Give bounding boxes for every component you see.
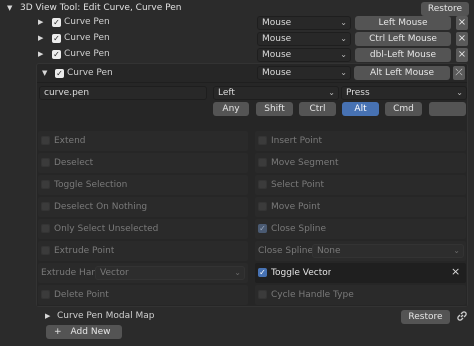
key-button[interactable]: dbl-Left Mouse [355, 48, 451, 62]
modal-map-label: Curve Pen Modal Map [57, 311, 155, 321]
keymap-title: 3D View Tool: Edit Curve, Curve Pen [20, 3, 182, 13]
toggle-selection-checkbox[interactable] [41, 180, 50, 189]
deselect-label: Deselect [54, 158, 94, 168]
input-type-select[interactable]: Mouse ⌄ [257, 16, 351, 30]
expand-icon[interactable]: ▶ [38, 15, 43, 29]
add-new-label: Add New [70, 327, 111, 337]
move-segment-label: Move Segment [271, 158, 339, 168]
add-new-button[interactable]: + Add New [46, 325, 122, 339]
close-spline-method-value: None [317, 246, 341, 256]
mouse-button-select[interactable]: Left ⌄ [213, 86, 339, 100]
remove-item-button[interactable]: × [456, 16, 468, 30]
remove-item-button[interactable]: × [456, 48, 468, 62]
input-type-value: Mouse [262, 68, 292, 78]
keymap-item-name: Curve Pen [67, 68, 113, 78]
move-point-checkbox[interactable] [258, 202, 267, 211]
input-type-select[interactable]: Mouse ⌄ [257, 66, 351, 80]
operator-id-value: curve.pen [44, 88, 90, 98]
expand-icon[interactable]: ▼ [7, 1, 12, 15]
extrude-handle-label: Extrude Han... [41, 268, 95, 278]
delete-point-checkbox[interactable] [41, 290, 50, 299]
event-value: Press [346, 88, 370, 98]
extrude-point-checkbox[interactable] [41, 246, 50, 255]
insert-point-label: Insert Point [271, 136, 323, 146]
active-checkbox[interactable]: ✓ [52, 34, 61, 43]
modifier-shift-button[interactable]: Shift [256, 102, 293, 116]
modifier-cmd-button[interactable]: Cmd [385, 102, 422, 116]
close-spline-label: Close Spline [271, 224, 327, 234]
modifier-any-button[interactable]: Any [213, 102, 249, 116]
keymap-item-name: Curve Pen [64, 33, 110, 43]
plus-icon: + [54, 327, 62, 337]
keymap-item-name: Curve Pen [64, 17, 110, 27]
deselect-checkbox[interactable] [41, 158, 50, 167]
operator-id-field[interactable]: curve.pen [39, 86, 207, 100]
select-point-checkbox[interactable] [258, 180, 267, 189]
key-button[interactable]: Ctrl Left Mouse [355, 32, 451, 46]
only-select-unselected-checkbox[interactable] [41, 224, 50, 233]
extend-checkbox[interactable] [41, 136, 50, 145]
modifier-key-button[interactable] [429, 102, 466, 116]
close-icon[interactable]: × [451, 265, 460, 279]
select-point-label: Select Point [271, 180, 324, 190]
extrude-handle-select[interactable]: Vector ⌄ [95, 266, 245, 280]
close-spline-method-select[interactable]: None ⌄ [312, 244, 464, 258]
extrude-point-label: Extrude Point [54, 246, 115, 256]
event-value-select[interactable]: Press ⌄ [341, 86, 467, 100]
toggle-selection-label: Toggle Selection [54, 180, 128, 190]
extrude-handle-value: Vector [100, 268, 129, 278]
deselect-on-nothing-label: Deselect On Nothing [54, 202, 148, 212]
chevron-down-icon: ⌄ [328, 88, 335, 97]
chevron-down-icon: ⌄ [456, 88, 463, 97]
only-select-unselected-label: Only Select Unselected [54, 224, 159, 234]
restore-button[interactable]: Restore [421, 2, 469, 16]
expand-icon[interactable]: ▶ [38, 47, 43, 61]
divider [37, 82, 467, 83]
input-type-select[interactable]: Mouse ⌄ [257, 32, 351, 46]
keymap-item-name: Curve Pen [64, 49, 110, 59]
key-button[interactable]: Alt Left Mouse [354, 66, 450, 80]
expand-icon[interactable]: ▶ [38, 31, 43, 45]
insert-point-checkbox[interactable] [258, 136, 267, 145]
input-type-value: Mouse [262, 18, 292, 28]
input-type-value: Mouse [262, 50, 292, 60]
cycle-handle-type-label: Cycle Handle Type [271, 290, 354, 300]
cycle-handle-type-checkbox[interactable] [258, 290, 267, 299]
active-checkbox[interactable]: ✓ [52, 50, 61, 59]
toggle-vector-label: Toggle Vector [271, 268, 332, 278]
input-type-value: Mouse [262, 34, 292, 44]
modifier-ctrl-button[interactable]: Ctrl [299, 102, 336, 116]
chevron-down-icon: ⌄ [234, 268, 241, 277]
deselect-on-nothing-checkbox[interactable] [41, 202, 50, 211]
remove-item-button[interactable]: ⤫ [453, 66, 465, 80]
delete-point-label: Delete Point [54, 290, 109, 300]
link-icon[interactable] [455, 309, 469, 323]
modal-map-restore-button[interactable]: Restore [401, 310, 450, 324]
chevron-down-icon: ⌄ [340, 34, 347, 43]
input-type-select[interactable]: Mouse ⌄ [257, 48, 351, 62]
active-checkbox[interactable]: ✓ [55, 69, 64, 78]
chevron-down-icon: ⌄ [453, 246, 460, 255]
extend-label: Extend [54, 136, 86, 146]
collapse-icon[interactable]: ▼ [42, 66, 47, 80]
close-spline-method-label: Close Spline ... [258, 246, 314, 256]
expand-icon[interactable]: ▶ [45, 309, 50, 323]
close-spline-checkbox[interactable]: ✓ [258, 224, 267, 233]
modifier-alt-button[interactable]: Alt [342, 102, 379, 116]
move-point-label: Move Point [271, 202, 321, 212]
chevron-down-icon: ⌄ [340, 50, 347, 59]
move-segment-checkbox[interactable] [258, 158, 267, 167]
chevron-down-icon: ⌄ [340, 68, 347, 77]
active-checkbox[interactable]: ✓ [52, 18, 61, 27]
key-button[interactable]: Left Mouse [355, 16, 451, 30]
toggle-vector-checkbox[interactable]: ✓ [258, 268, 267, 277]
mouse-button-value: Left [218, 88, 235, 98]
chevron-down-icon: ⌄ [340, 18, 347, 27]
remove-item-button[interactable]: × [456, 32, 468, 46]
